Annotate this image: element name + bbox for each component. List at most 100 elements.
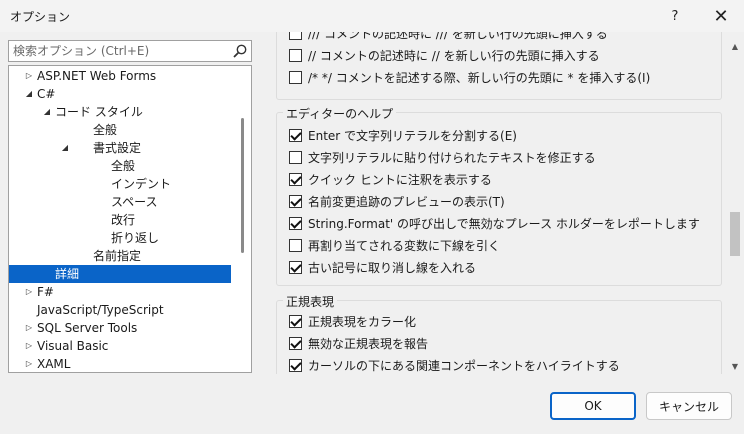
options-tree[interactable]: ▷ ASP.NET Web Forms ◢ C# ◢ コード スタイル 全般 ◢ 書式設定 全般イ… [8,65,252,373]
expand-arrow-icon[interactable]: ▷ [23,355,35,372]
tree-item-label: C# [37,87,56,101]
editor-help-group: エディターのヘルプ Enter で文字列リテラルを分割する(E) 文字列リテラルに… [276,105,722,286]
window-title: オプション [10,10,71,24]
checkbox-checked[interactable] [289,260,302,274]
tree-item[interactable]: ▷ ASP.NET Web Forms [9,67,231,85]
title-bar: オプション ? ✕ [0,0,744,32]
checkbox-label: カーソルの下にある関連コンポーネントをハイライトする [308,358,620,373]
scroll-thumb[interactable] [730,212,740,256]
checkbox-label: 古い記号に取り消し線を入れる [308,260,477,275]
checkbox-option[interactable]: クイック ヒントに注釈を表示する [289,169,492,189]
tree-item[interactable]: ▷ XAML [9,355,231,372]
options-scrollbar[interactable]: ▲ ▼ [728,32,742,374]
tree-item[interactable]: ▷ SQL Server Tools [9,319,231,337]
checkbox-unchecked[interactable] [289,70,302,84]
tree-item[interactable]: ▷ F# [9,283,231,301]
tree-item-label: コード スタイル [55,105,143,119]
close-button[interactable]: ✕ [698,0,744,32]
scroll-down-icon[interactable]: ▼ [728,360,742,374]
cancel-button[interactable]: キャンセル [646,392,732,420]
tree-item-label: JavaScript/TypeScript [37,303,164,317]
checkbox-option[interactable]: 名前変更追跡のプレビューの表示(T) [289,191,505,211]
tree-item-label: 全般 [111,159,136,173]
search-icon[interactable] [232,43,248,59]
checkbox-checked[interactable] [289,194,302,208]
checkbox-option[interactable]: Enter で文字列リテラルを分割する(E) [289,125,517,145]
tree-scrollbar-thumb[interactable] [241,118,244,253]
tree-item-label: XAML [37,357,71,371]
editor-help-title: エディターのヘルプ [283,105,397,122]
checkbox-unchecked[interactable] [289,48,302,62]
help-button[interactable]: ? [652,0,698,32]
regex-group: 正規表現 正規表現をカラー化 無効な正規表現を報告カーソルの下にある関連コンポーネ… [276,293,722,374]
checkbox-option[interactable]: カーソルの下にある関連コンポーネントをハイライトする [289,355,620,374]
checkbox-option[interactable]: /* */ コメントを記述する際、新しい行の先頭に * を挿入する(I) [289,67,650,87]
tree-item-label: Visual Basic [37,339,109,353]
checkbox-unchecked[interactable] [289,150,302,164]
checkbox-label: /* */ コメントを記述する際、新しい行の先頭に * を挿入する(I) [308,70,651,85]
tree-item[interactable]: JavaScript/TypeScript [9,301,231,319]
tree-item[interactable]: 改行 [9,211,231,229]
tree-item[interactable]: ◢ 書式設定 [9,139,231,157]
ok-button[interactable]: OK [550,392,636,420]
checkbox-label: // コメントの記述時に // を新しい行の先頭に挿入する [308,48,600,63]
tree-item-label: SQL Server Tools [37,321,138,335]
tree-item[interactable]: 名前指定 [9,247,231,265]
tree-item-label: 書式設定 [93,141,142,155]
tree-item-label: 改行 [111,213,136,227]
collapse-arrow-icon[interactable]: ◢ [59,139,71,157]
checkbox-unchecked[interactable] [289,238,302,252]
checkbox-option[interactable]: String.Format' の呼び出しで無効なプレース ホルダーをレポートしま… [289,213,700,233]
checkbox-checked[interactable] [289,336,302,350]
checkbox-checked[interactable] [289,358,302,372]
search-input[interactable] [9,41,229,61]
tree-item-label: スペース [111,195,158,209]
checkbox-option[interactable]: 正規表現をカラー化 [289,311,416,331]
search-box[interactable] [8,40,252,62]
options-panel: /// コメントの記述時に /// を新しい行の先頭に挿入する // コメントの記… [270,32,726,374]
checkbox-option[interactable]: 古い記号に取り消し線を入れる [289,257,476,277]
tree-item-label: インデント [111,177,172,191]
expand-arrow-icon[interactable]: ▷ [23,337,35,355]
checkbox-option[interactable]: 文字列リテラルに貼り付けられたテキストを修正する [289,147,596,167]
expand-arrow-icon[interactable]: ▷ [23,67,35,85]
checkbox-label: クイック ヒントに注釈を表示する [308,172,492,187]
checkbox-label: 無効な正規表現を報告 [308,336,429,351]
checkbox-option[interactable]: // コメントの記述時に // を新しい行の先頭に挿入する [289,45,600,65]
tree-item[interactable]: 折り返し [9,229,231,247]
tree-item-label: 全般 [93,123,118,137]
scroll-up-icon[interactable]: ▲ [728,40,742,54]
expand-arrow-icon[interactable]: ▷ [23,283,35,301]
collapse-arrow-icon[interactable]: ◢ [41,103,53,121]
tree-item[interactable]: 全般 [9,121,231,139]
checkbox-label: Enter で文字列リテラルを分割する(E) [308,128,517,143]
expand-arrow-icon[interactable]: ▷ [23,319,35,337]
checkbox-checked[interactable] [289,314,302,328]
tree-item-label: ASP.NET Web Forms [37,69,157,83]
checkbox-unchecked[interactable] [289,32,302,40]
regex-title: 正規表現 [283,293,338,310]
checkbox-label: /// コメントの記述時に /// を新しい行の先頭に挿入する [308,32,608,41]
checkbox-option[interactable]: /// コメントの記述時に /// を新しい行の先頭に挿入する [289,32,608,43]
checkbox-checked[interactable] [289,172,302,186]
tree-item[interactable]: インデント [9,175,231,193]
checkbox-label: 正規表現をカラー化 [308,314,417,329]
tree-item-label: 詳細 [55,267,80,281]
tree-item-label: 折り返し [111,231,160,245]
tree-item[interactable]: ◢ C# [9,85,231,103]
comment-group: /// コメントの記述時に /// を新しい行の先頭に挿入する // コメントの記… [276,32,722,100]
tree-item-label: 名前指定 [93,249,142,263]
tree-item[interactable]: ▷ Visual Basic [9,337,231,355]
checkbox-option[interactable]: 無効な正規表現を報告 [289,333,428,353]
tree-item-label: F# [37,285,54,299]
checkbox-option[interactable]: 再割り当てされる変数に下線を引く [289,235,500,255]
collapse-arrow-icon[interactable]: ◢ [23,85,35,103]
checkbox-checked[interactable] [289,128,302,142]
tree-item[interactable]: スペース [9,193,231,211]
tree-item[interactable]: ◢ コード スタイル [9,103,231,121]
checkbox-checked[interactable] [289,216,302,230]
tree-item[interactable]: 詳細 [9,265,231,283]
checkbox-label: 名前変更追跡のプレビューの表示(T) [308,194,505,209]
tree-item[interactable]: 全般 [9,157,231,175]
checkbox-label: 再割り当てされる変数に下線を引く [308,238,501,253]
